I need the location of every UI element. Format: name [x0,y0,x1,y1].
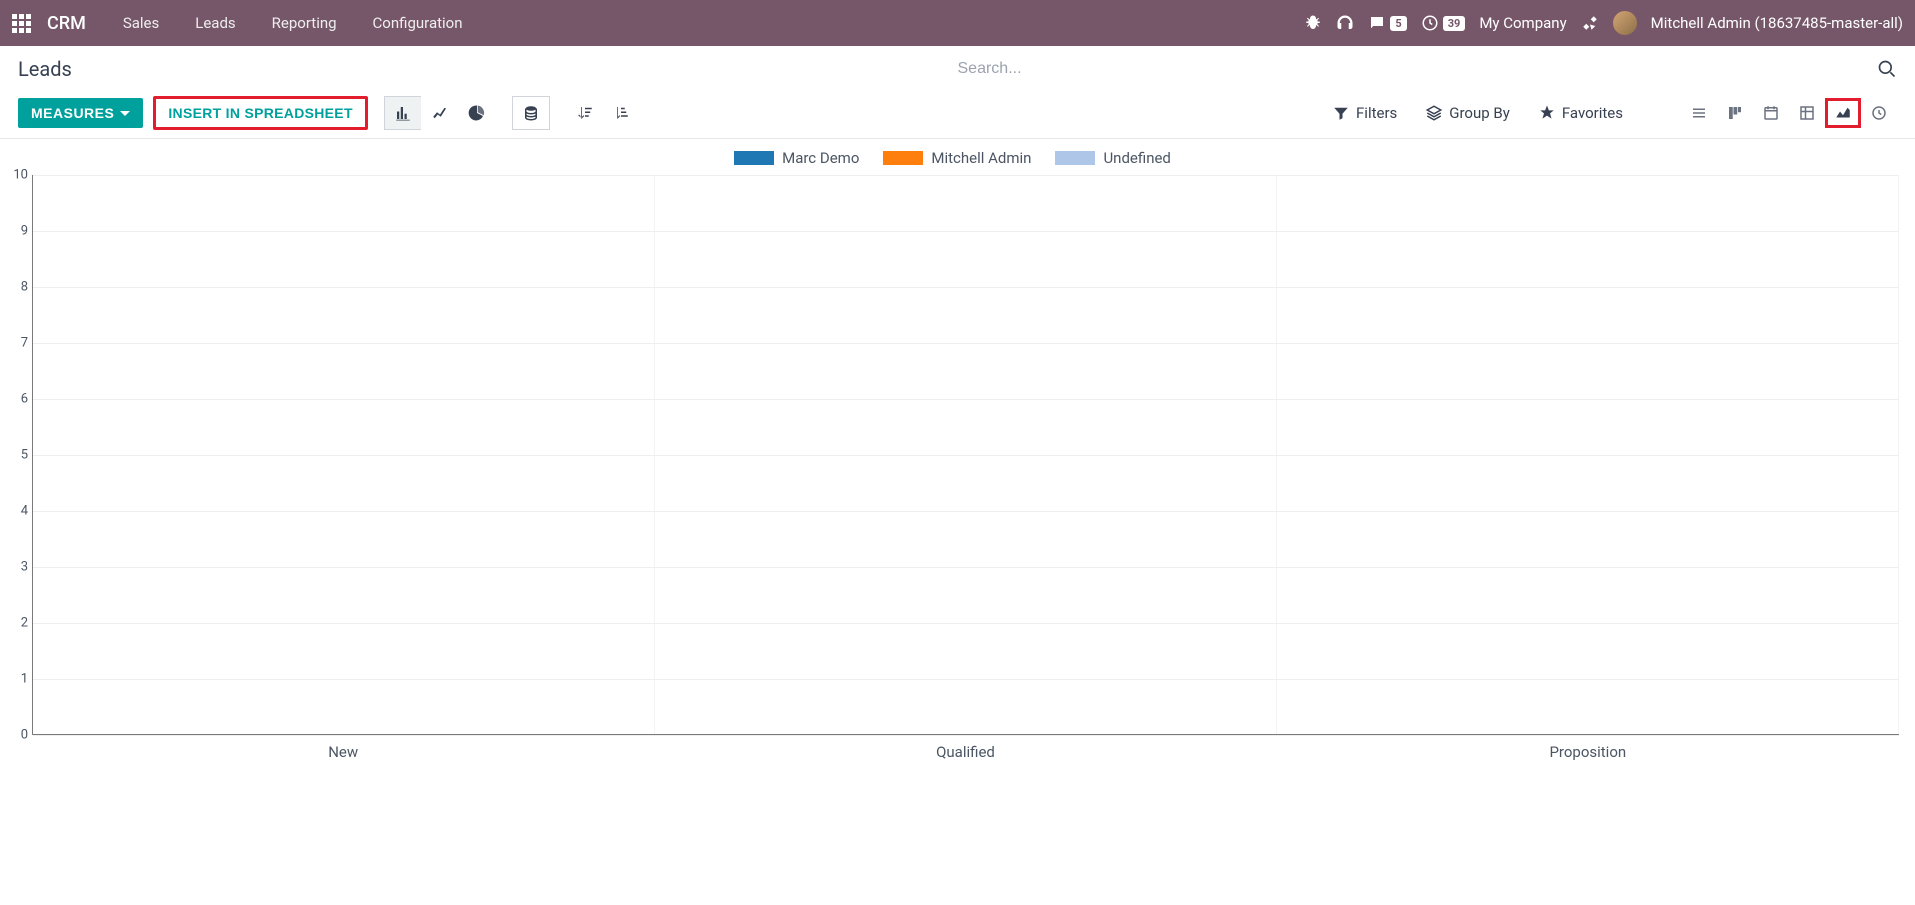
navbar-right: 5 39 My Company Mitchell Admin (18637485… [1304,11,1903,35]
bar-chart-icon [394,104,412,122]
search-wrap [958,56,1898,82]
chart-type-group [384,96,496,130]
filters-label: Filters [1356,104,1397,122]
y-tick: 9 [21,224,28,239]
legend-swatch-2 [1055,151,1095,165]
legend-label-0: Marc Demo [782,149,859,167]
favorites-label: Favorites [1562,104,1623,122]
clock-small-icon [1870,104,1888,122]
plot-area [32,175,1899,735]
legend-item-2[interactable]: Undefined [1055,149,1170,167]
nav-configuration[interactable]: Configuration [359,14,477,32]
filter-icon [1332,104,1350,122]
cp-bottom: MEASURES INSERT IN SPREADSHEET [18,96,1897,130]
search-input[interactable] [958,56,1878,82]
control-panel: Leads MEASURES INSERT IN SPREADSHEET [0,46,1915,139]
group-by-button[interactable]: Group By [1425,104,1510,122]
app-brand[interactable]: CRM [47,13,86,34]
line-chart-icon [431,104,449,122]
messages-indicator[interactable]: 5 [1368,14,1406,32]
chart-area: Marc Demo Mitchell Admin Undefined 0 1 2 3 4… [0,139,1915,761]
x-axis: NewQualifiedProposition [32,735,1899,761]
view-switcher [1681,98,1897,128]
nav-sales[interactable]: Sales [109,14,173,32]
favorites-button[interactable]: Favorites [1538,104,1623,122]
legend-swatch-1 [883,151,923,165]
bar-chart-button[interactable] [384,96,422,130]
sort-desc-icon [576,104,594,122]
x-label: New [32,735,654,761]
legend-swatch-0 [734,151,774,165]
sort-desc-button[interactable] [572,100,598,126]
calendar-icon [1762,104,1780,122]
x-label: Proposition [1277,735,1899,761]
main-navbar: CRM Sales Leads Reporting Configuration … [0,0,1915,46]
chart-legend: Marc Demo Mitchell Admin Undefined [6,149,1899,167]
y-tick: 5 [21,448,28,463]
pie-chart-button[interactable] [458,96,496,130]
support-icon[interactable] [1336,14,1354,32]
page-title: Leads [18,57,72,81]
list-view-button[interactable] [1681,98,1717,128]
y-tick: 2 [21,616,28,631]
x-label: Qualified [654,735,1276,761]
y-tick: 0 [21,728,28,743]
sort-group [572,100,634,126]
y-tick: 7 [21,336,28,351]
sort-asc-icon [612,104,630,122]
insert-label: INSERT IN SPREADSHEET [168,105,352,121]
filters-button[interactable]: Filters [1332,104,1397,122]
chat-icon [1368,14,1386,32]
clock-icon [1421,14,1439,32]
legend-label-1: Mitchell Admin [931,149,1031,167]
activity-view-button[interactable] [1861,98,1897,128]
navbar-left: CRM Sales Leads Reporting Configuration [12,13,477,34]
legend-item-0[interactable]: Marc Demo [734,149,859,167]
stacked-toggle-button[interactable] [512,96,550,130]
company-switcher[interactable]: My Company [1479,14,1566,32]
activities-indicator[interactable]: 39 [1421,14,1466,32]
user-avatar[interactable] [1613,11,1637,35]
search-tools: Filters Group By Favorites [1332,98,1897,128]
layers-icon [1425,104,1443,122]
list-icon [1690,104,1708,122]
pie-chart-icon [468,104,486,122]
line-chart-button[interactable] [421,96,459,130]
caret-down-icon [120,111,130,116]
y-tick: 8 [21,280,28,295]
legend-item-1[interactable]: Mitchell Admin [883,149,1031,167]
measures-button[interactable]: MEASURES [18,98,143,128]
cp-top: Leads [18,56,1897,82]
star-icon [1538,104,1556,122]
pivot-icon [1798,104,1816,122]
y-tick: 4 [21,504,28,519]
search-icon[interactable] [1877,59,1897,79]
group-by-label: Group By [1449,104,1510,122]
bug-icon[interactable] [1304,14,1322,32]
kanban-icon [1726,104,1744,122]
messages-badge: 5 [1390,16,1406,31]
y-tick: 3 [21,560,28,575]
area-chart-icon [1834,104,1852,122]
user-name[interactable]: Mitchell Admin (18637485-master-all) [1651,14,1903,32]
legend-label-2: Undefined [1103,149,1170,167]
y-tick: 10 [13,168,28,183]
graph-view-button[interactable] [1825,98,1861,128]
calendar-view-button[interactable] [1753,98,1789,128]
y-axis: 012345678910 [6,175,32,735]
sort-asc-button[interactable] [608,100,634,126]
chart: 012345678910 [6,175,1899,735]
tools-icon[interactable] [1581,14,1599,32]
apps-icon[interactable] [12,14,31,33]
y-tick: 6 [21,392,28,407]
stack-icon [522,104,540,122]
kanban-view-button[interactable] [1717,98,1753,128]
insert-spreadsheet-button[interactable]: INSERT IN SPREADSHEET [153,96,367,130]
y-tick: 1 [21,672,28,687]
nav-reporting[interactable]: Reporting [258,14,351,32]
pivot-view-button[interactable] [1789,98,1825,128]
measures-label: MEASURES [31,105,114,121]
activities-badge: 39 [1443,16,1466,31]
nav-leads[interactable]: Leads [181,14,249,32]
